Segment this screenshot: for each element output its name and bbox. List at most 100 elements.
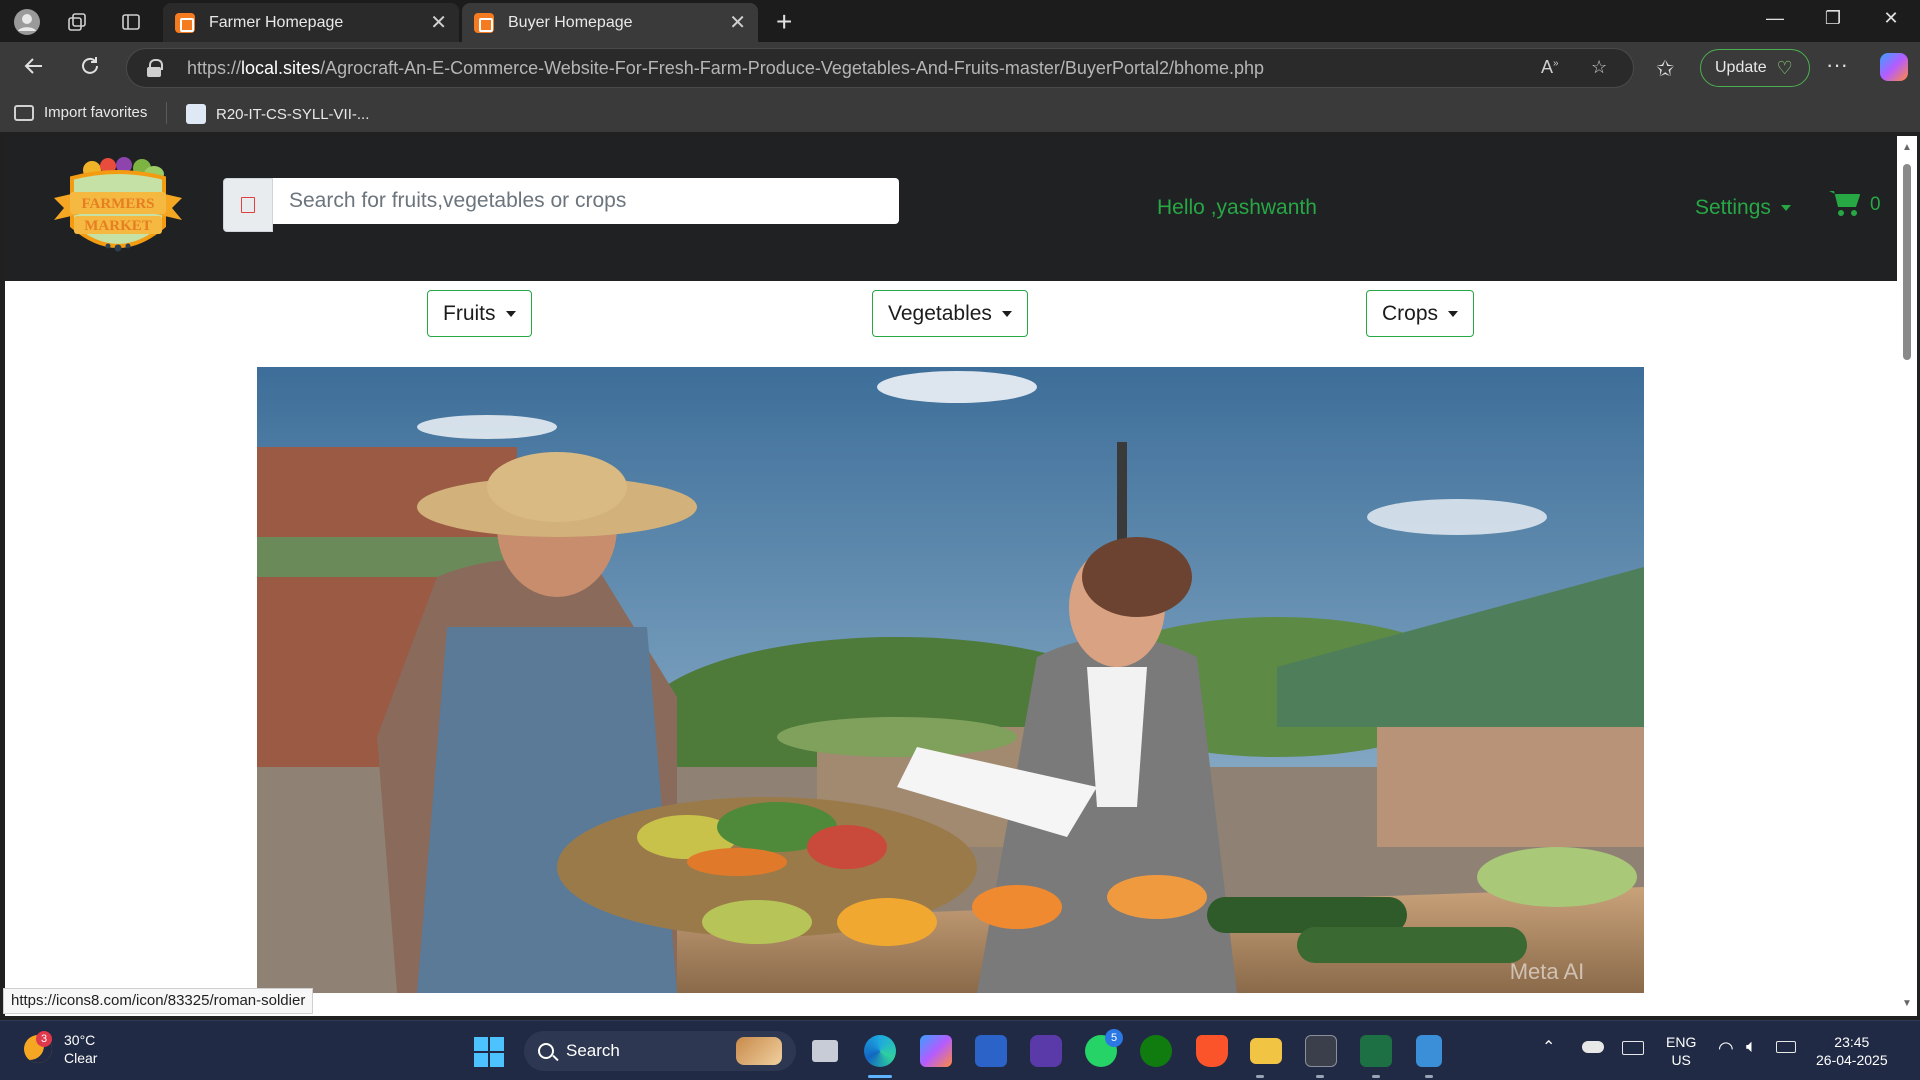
xbox-icon[interactable]: [1140, 1035, 1172, 1067]
caret-down-icon: [1448, 310, 1459, 317]
moon-weather-icon: 3: [24, 1031, 52, 1063]
volume-icon[interactable]: 🔈︎: [1746, 1037, 1757, 1055]
xampp-favicon-icon: [175, 12, 195, 33]
shopping-cart-icon: [1829, 191, 1860, 216]
weather-desc: Clear: [64, 1050, 98, 1066]
site-header: FARMERS MARKET Hello ,yashwanth Settings…: [5, 136, 1897, 281]
crops-dropdown[interactable]: Crops: [1366, 290, 1475, 337]
search-highlight-icon: [736, 1037, 782, 1065]
read-aloud-icon[interactable]: A»: [1541, 57, 1559, 78]
svg-text:MARKET: MARKET: [84, 218, 152, 234]
search-icon: [538, 1043, 554, 1059]
copilot-icon[interactable]: [1880, 53, 1908, 81]
browser-toolbar: https://local.sites/Agrocraft-An-E-Comme…: [0, 42, 1920, 94]
dropdown-label: Fruits: [443, 301, 496, 325]
lock-icon[interactable]: [147, 59, 163, 77]
heartbeat-icon: ♡: [1776, 57, 1793, 78]
dropdown-label: Crops: [1382, 301, 1439, 325]
page-viewport: FARMERS MARKET Hello ,yashwanth Settings…: [5, 136, 1897, 1016]
minimize-button[interactable]: —: [1752, 8, 1798, 29]
settings-dropdown[interactable]: Settings: [1695, 196, 1791, 220]
document-icon: [186, 104, 206, 124]
close-tab-icon[interactable]: ✕: [430, 10, 447, 35]
address-bar[interactable]: https://local.sites/Agrocraft-An-E-Comme…: [126, 48, 1634, 88]
close-window-button[interactable]: ✕: [1868, 8, 1914, 29]
scroll-down-icon[interactable]: ▼: [1902, 998, 1912, 1009]
refresh-icon[interactable]: [78, 54, 102, 85]
cart-count: 0: [1870, 194, 1881, 215]
taskbar-search-label: Search: [566, 1041, 620, 1060]
workspaces-icon[interactable]: [64, 9, 90, 35]
status-bar-url: https://icons8.com/icon/83325/roman-sold…: [3, 988, 314, 1014]
dropdown-label: Vegetables: [888, 301, 992, 325]
region-code: US: [1671, 1052, 1691, 1068]
farmers-market-logo[interactable]: FARMERS MARKET: [50, 156, 186, 266]
browser-tab-bar: Farmer Homepage ✕ Buyer Homepage ✕ + — ❐…: [0, 0, 1920, 42]
back-arrow-icon[interactable]: [22, 54, 46, 85]
url-text[interactable]: https://local.sites/Agrocraft-An-E-Comme…: [187, 58, 1264, 79]
search-group: [223, 178, 899, 232]
search-input[interactable]: [273, 178, 899, 224]
update-button[interactable]: Update ♡: [1700, 49, 1810, 87]
onedrive-cloud-icon[interactable]: [1582, 1041, 1604, 1053]
weather-widget[interactable]: 3 30°C Clear: [24, 1031, 97, 1067]
notepad-icon[interactable]: [1416, 1035, 1442, 1067]
settings-label: Settings: [1695, 196, 1771, 219]
microsoft-store-icon[interactable]: [975, 1035, 1007, 1067]
language-indicator[interactable]: ENG US: [1666, 1033, 1696, 1069]
tab-buyer-homepage[interactable]: Buyer Homepage ✕: [462, 3, 758, 42]
profile-icon[interactable]: [14, 9, 40, 35]
notification-badge: 3: [36, 1031, 52, 1047]
proton-app-icon[interactable]: [1030, 1035, 1062, 1067]
vegetables-dropdown[interactable]: Vegetables: [872, 290, 1028, 337]
page-scrollbar[interactable]: ▲ ▼: [1897, 136, 1917, 1016]
copilot-app-icon[interactable]: [920, 1035, 952, 1067]
running-app-indicator: [1425, 1075, 1433, 1078]
running-app-indicator: [1256, 1075, 1264, 1078]
clock-date: 26-04-2025: [1816, 1052, 1888, 1068]
clock[interactable]: 23:45 26-04-2025: [1816, 1033, 1888, 1069]
update-label: Update: [1715, 59, 1767, 76]
terminal-icon[interactable]: [1305, 1035, 1337, 1067]
tab-title: Farmer Homepage: [209, 13, 344, 31]
whatsapp-badge: 5: [1105, 1029, 1123, 1047]
tab-farmer-homepage[interactable]: Farmer Homepage ✕: [163, 3, 459, 42]
hero-image-farmer-and-buyer: Meta AI: [257, 367, 1644, 993]
wifi-icon[interactable]: ◠: [1718, 1039, 1734, 1057]
taskbar-search[interactable]: Search: [524, 1031, 796, 1071]
vertical-tabs-icon[interactable]: [118, 9, 144, 35]
task-view-icon[interactable]: [812, 1040, 838, 1062]
close-tab-icon[interactable]: ✕: [729, 10, 746, 35]
favorite-star-icon[interactable]: ☆: [1591, 57, 1607, 78]
edge-browser-icon[interactable]: [864, 1035, 896, 1067]
more-options-icon[interactable]: ···: [1826, 52, 1848, 78]
caret-down-icon: [505, 310, 516, 317]
tab-title: Buyer Homepage: [508, 13, 633, 31]
start-windows-icon[interactable]: [474, 1037, 504, 1067]
show-hidden-icons-chevron-icon[interactable]: ⌃: [1542, 1039, 1555, 1057]
running-app-indicator: [1316, 1075, 1324, 1078]
whatsapp-icon[interactable]: 5: [1085, 1029, 1123, 1067]
keyboard-icon[interactable]: [1622, 1041, 1644, 1055]
search-addon-icon[interactable]: [223, 178, 273, 232]
svg-text:FARMERS: FARMERS: [81, 196, 154, 212]
file-explorer-icon[interactable]: [1250, 1038, 1282, 1064]
cart-button[interactable]: 0: [1828, 188, 1881, 218]
favorite-label: Import favorites: [44, 104, 148, 121]
new-tab-button[interactable]: +: [776, 6, 792, 38]
favorites-bar: Import favorites R20-IT-CS-SYLL-VII-...: [0, 94, 1920, 132]
favorites-icon[interactable]: ✩: [1656, 56, 1674, 82]
excel-icon[interactable]: [1360, 1035, 1392, 1067]
caret-down-icon: [1001, 310, 1012, 317]
scrollbar-thumb[interactable]: [1903, 164, 1911, 360]
fruits-dropdown[interactable]: Fruits: [427, 290, 532, 337]
xampp-favicon-icon: [474, 12, 494, 33]
favorite-r20-link[interactable]: R20-IT-CS-SYLL-VII-...: [186, 104, 369, 124]
language-code: ENG: [1666, 1034, 1697, 1050]
scroll-up-icon[interactable]: ▲: [1902, 142, 1912, 153]
brave-browser-icon[interactable]: [1196, 1035, 1228, 1067]
favorite-label: R20-IT-CS-SYLL-VII-...: [216, 105, 370, 123]
import-favorites-link[interactable]: Import favorites: [14, 104, 147, 121]
restore-button[interactable]: ❐: [1810, 8, 1856, 29]
battery-icon[interactable]: [1776, 1041, 1796, 1053]
